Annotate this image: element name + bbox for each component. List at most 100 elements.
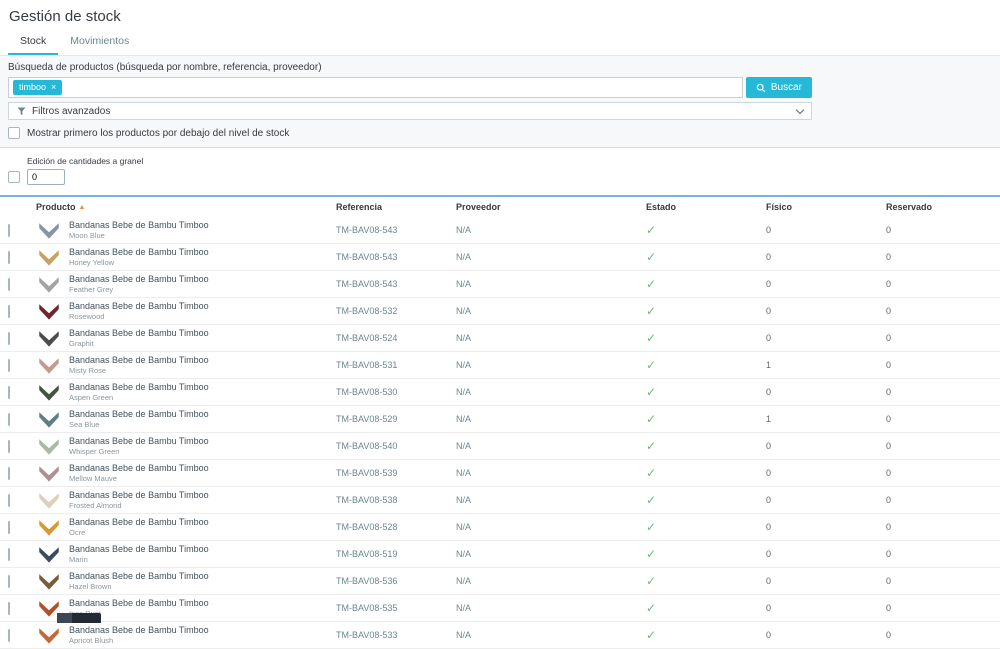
row-checkbox[interactable] <box>8 547 10 561</box>
physical-cell: 0 <box>766 495 772 505</box>
product-thumbnail[interactable] <box>36 299 61 324</box>
column-proveedor[interactable]: Proveedor <box>456 202 646 212</box>
table-row: Bandanas Bebe de Bambu Timboo Aspen Gree… <box>0 379 1000 406</box>
status-check-icon: ✓ <box>646 331 657 345</box>
column-reservado[interactable]: Reservado <box>886 202 1000 212</box>
row-checkbox[interactable] <box>8 412 10 426</box>
product-name[interactable]: Bandanas Bebe de Bambu Timboo <box>69 247 209 258</box>
product-thumbnail[interactable] <box>36 515 61 540</box>
column-producto[interactable]: Producto ▲ <box>36 202 336 212</box>
product-name[interactable]: Bandanas Bebe de Bambu Timboo <box>69 517 209 528</box>
product-variant: Aspen Green <box>69 392 114 402</box>
product-thumbnail[interactable] <box>36 245 61 270</box>
product-name[interactable]: Bandanas Bebe de Bambu Timboo <box>69 301 209 312</box>
status-check-icon: ✓ <box>646 601 657 615</box>
product-thumbnail[interactable] <box>36 542 61 567</box>
product-name[interactable]: Bandanas Bebe de Bambu Timboo <box>69 463 209 474</box>
product-thumbnail[interactable] <box>36 569 61 594</box>
row-checkbox[interactable] <box>8 493 10 507</box>
product-thumbnail[interactable] <box>36 272 61 297</box>
status-check-icon: ✓ <box>646 574 657 588</box>
status-check-icon: ✓ <box>646 358 657 372</box>
advanced-filters-toggle[interactable]: Filtros avanzados <box>8 102 812 120</box>
row-checkbox[interactable] <box>8 358 10 372</box>
status-check-icon: ✓ <box>646 250 657 264</box>
tab-stock[interactable]: Stock <box>8 30 59 55</box>
product-name[interactable]: Bandanas Bebe de Bambu Timboo <box>69 382 209 393</box>
row-checkbox[interactable] <box>8 628 10 642</box>
product-name[interactable]: Bandanas Bebe de Bambu Timboo <box>69 490 209 501</box>
physical-cell: 0 <box>766 225 772 235</box>
product-thumbnail[interactable] <box>36 380 61 405</box>
row-checkbox[interactable] <box>8 277 10 291</box>
column-fisico[interactable]: Físico <box>766 202 886 212</box>
reserved-cell: 0 <box>886 468 892 478</box>
physical-cell: 0 <box>766 306 772 316</box>
product-name[interactable]: Bandanas Bebe de Bambu Timboo <box>69 436 209 447</box>
row-checkbox[interactable] <box>8 385 10 399</box>
row-checkbox[interactable] <box>8 520 10 534</box>
supplier-cell: N/A <box>456 468 472 478</box>
product-name[interactable]: Bandanas Bebe de Bambu Timboo <box>69 598 209 609</box>
column-referencia[interactable]: Referencia <box>336 202 456 212</box>
tab-movimientos[interactable]: Movimientos <box>58 30 141 55</box>
reserved-cell: 0 <box>886 225 892 235</box>
row-checkbox[interactable] <box>8 250 10 264</box>
row-checkbox[interactable] <box>8 331 10 345</box>
status-check-icon: ✓ <box>646 223 657 237</box>
product-thumbnail[interactable] <box>36 326 61 351</box>
row-checkbox[interactable] <box>8 223 10 237</box>
product-thumbnail[interactable] <box>36 434 61 459</box>
product-thumbnail[interactable] <box>36 218 61 243</box>
reference-cell: TM-BAV08-543 <box>336 252 398 262</box>
row-checkbox[interactable] <box>8 601 10 615</box>
table-body: Bandanas Bebe de Bambu Timboo Moon Blue … <box>0 217 1000 649</box>
search-icon <box>756 83 766 93</box>
row-checkbox[interactable] <box>8 304 10 318</box>
table-row: Bandanas Bebe de Bambu Timboo Graphit TM… <box>0 325 1000 352</box>
status-check-icon: ✓ <box>646 466 657 480</box>
physical-cell: 1 <box>766 414 772 424</box>
product-thumbnail[interactable] <box>36 353 61 378</box>
product-thumbnail[interactable] <box>36 461 61 486</box>
table-row: Bandanas Bebe de Bambu Timboo Whisper Gr… <box>0 433 1000 460</box>
product-thumbnail[interactable] <box>36 488 61 513</box>
table-row: Bandanas Bebe de Bambu Timboo Ocre TM-BA… <box>0 514 1000 541</box>
product-name[interactable]: Bandanas Bebe de Bambu Timboo <box>69 625 209 636</box>
row-checkbox[interactable] <box>8 466 10 480</box>
physical-cell: 0 <box>766 333 772 343</box>
bulk-quantity-input[interactable] <box>27 169 65 185</box>
product-variant: Whisper Green <box>69 446 120 456</box>
product-name[interactable]: Bandanas Bebe de Bambu Timboo <box>69 220 209 231</box>
reserved-cell: 0 <box>886 630 892 640</box>
product-name[interactable]: Bandanas Bebe de Bambu Timboo <box>69 571 209 582</box>
product-name[interactable]: Bandanas Bebe de Bambu Timboo <box>69 328 209 339</box>
table-row: Bandanas Bebe de Bambu Timboo Feather Gr… <box>0 271 1000 298</box>
product-name[interactable]: Bandanas Bebe de Bambu Timboo <box>69 409 209 420</box>
search-button[interactable]: Buscar <box>745 77 812 98</box>
row-checkbox[interactable] <box>8 439 10 453</box>
physical-cell: 0 <box>766 522 772 532</box>
select-all-checkbox[interactable] <box>8 171 20 183</box>
table-row: Bandanas Bebe de Bambu Timboo Inca Rust … <box>0 595 1000 622</box>
sort-asc-icon: ▲ <box>78 203 86 211</box>
tag-close-icon[interactable]: × <box>51 83 56 92</box>
product-name[interactable]: Bandanas Bebe de Bambu Timboo <box>69 355 209 366</box>
reference-cell: TM-BAV08-531 <box>336 360 398 370</box>
search-input[interactable]: timboo × <box>8 77 743 98</box>
low-stock-checkbox[interactable] <box>8 127 20 139</box>
reserved-cell: 0 <box>886 603 892 613</box>
physical-cell: 0 <box>766 630 772 640</box>
product-thumbnail[interactable] <box>36 623 61 648</box>
column-estado[interactable]: Estado <box>646 202 766 212</box>
physical-cell: 0 <box>766 576 772 586</box>
physical-cell: 0 <box>766 252 772 262</box>
row-checkbox[interactable] <box>8 574 10 588</box>
supplier-cell: N/A <box>456 441 472 451</box>
product-name[interactable]: Bandanas Bebe de Bambu Timboo <box>69 274 209 285</box>
product-name[interactable]: Bandanas Bebe de Bambu Timboo <box>69 544 209 555</box>
product-variant: Marin <box>69 554 88 564</box>
product-thumbnail[interactable] <box>36 407 61 432</box>
table-row: Bandanas Bebe de Bambu Timboo Frosted Al… <box>0 487 1000 514</box>
supplier-cell: N/A <box>456 522 472 532</box>
